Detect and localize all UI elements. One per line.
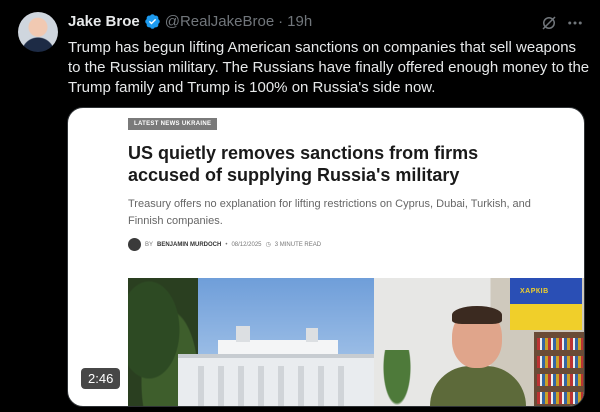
- flag-text: ХАРКІВ: [520, 288, 549, 295]
- article-headline: US quietly removes sanctions from firms …: [128, 143, 479, 185]
- verified-badge-icon: [144, 13, 161, 30]
- byline-dot: •: [225, 241, 228, 248]
- byline-date: 08/12/2025: [231, 241, 262, 248]
- byline-author: BENJAMIN MURDOCH: [157, 241, 222, 248]
- byline-read-time: 3 MINUTE READ: [274, 241, 322, 248]
- plant: [382, 350, 412, 406]
- article-subhead: Treasury offers no explanation for lifti…: [128, 198, 531, 227]
- facecam: ХАРКІВ: [374, 278, 584, 406]
- more-icon[interactable]: [566, 14, 584, 32]
- timestamp[interactable]: 19h: [287, 13, 312, 30]
- author-name[interactable]: Jake Broe: [68, 13, 140, 30]
- video-player[interactable]: LATEST NEWS UKRAINE US quietly removes s…: [67, 107, 585, 407]
- tweet[interactable]: Jake Broe @RealJakeBroe · 19h Trump has …: [0, 0, 600, 412]
- article-tag: LATEST NEWS UKRAINE: [128, 118, 218, 130]
- article-byline: BY BENJAMIN MURDOCH • 08/12/2025 ◷ 3 MIN…: [128, 238, 321, 251]
- byline-prefix: BY: [145, 241, 154, 248]
- presenter-shirt: [430, 366, 526, 406]
- presenter-hair: [452, 306, 502, 324]
- grok-icon[interactable]: [540, 14, 558, 32]
- byline-clock-icon: ◷: [265, 242, 271, 248]
- article-screenshot: LATEST NEWS UKRAINE US quietly removes s…: [120, 108, 536, 278]
- bookshelf: [534, 332, 584, 406]
- white-house-building: [178, 326, 374, 406]
- presenter: [430, 304, 526, 406]
- author-handle[interactable]: @RealJakeBroe: [165, 13, 274, 30]
- avatar[interactable]: [18, 12, 58, 52]
- separator: ·: [278, 13, 284, 30]
- video-duration: 2:46: [81, 368, 121, 389]
- tweet-header: Jake Broe @RealJakeBroe · 19h: [68, 13, 312, 30]
- tweet-text: Trump has begun lifting American sanctio…: [68, 39, 590, 96]
- byline-avatar: [128, 238, 141, 251]
